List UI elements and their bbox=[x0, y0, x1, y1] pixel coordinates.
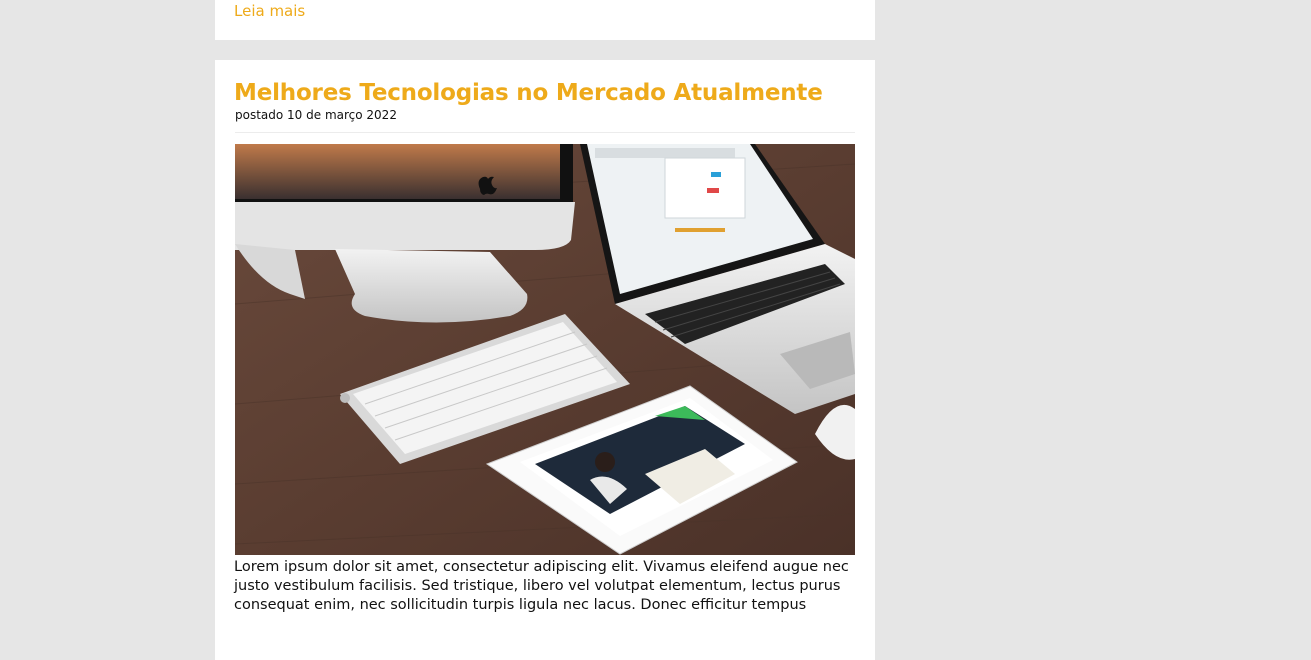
title-divider bbox=[235, 132, 855, 133]
post-image[interactable] bbox=[235, 144, 855, 555]
read-more-link[interactable]: Leia mais bbox=[234, 2, 305, 20]
post-excerpt: Lorem ipsum dolor sit amet, consectetur … bbox=[234, 559, 849, 613]
post-card: Melhores Tecnologias no Mercado Atualmen… bbox=[215, 60, 875, 660]
post-title[interactable]: Melhores Tecnologias no Mercado Atualmen… bbox=[234, 80, 823, 106]
previous-post-card: Leia mais bbox=[215, 0, 875, 40]
post-date: postado 10 de março 2022 bbox=[235, 108, 397, 122]
